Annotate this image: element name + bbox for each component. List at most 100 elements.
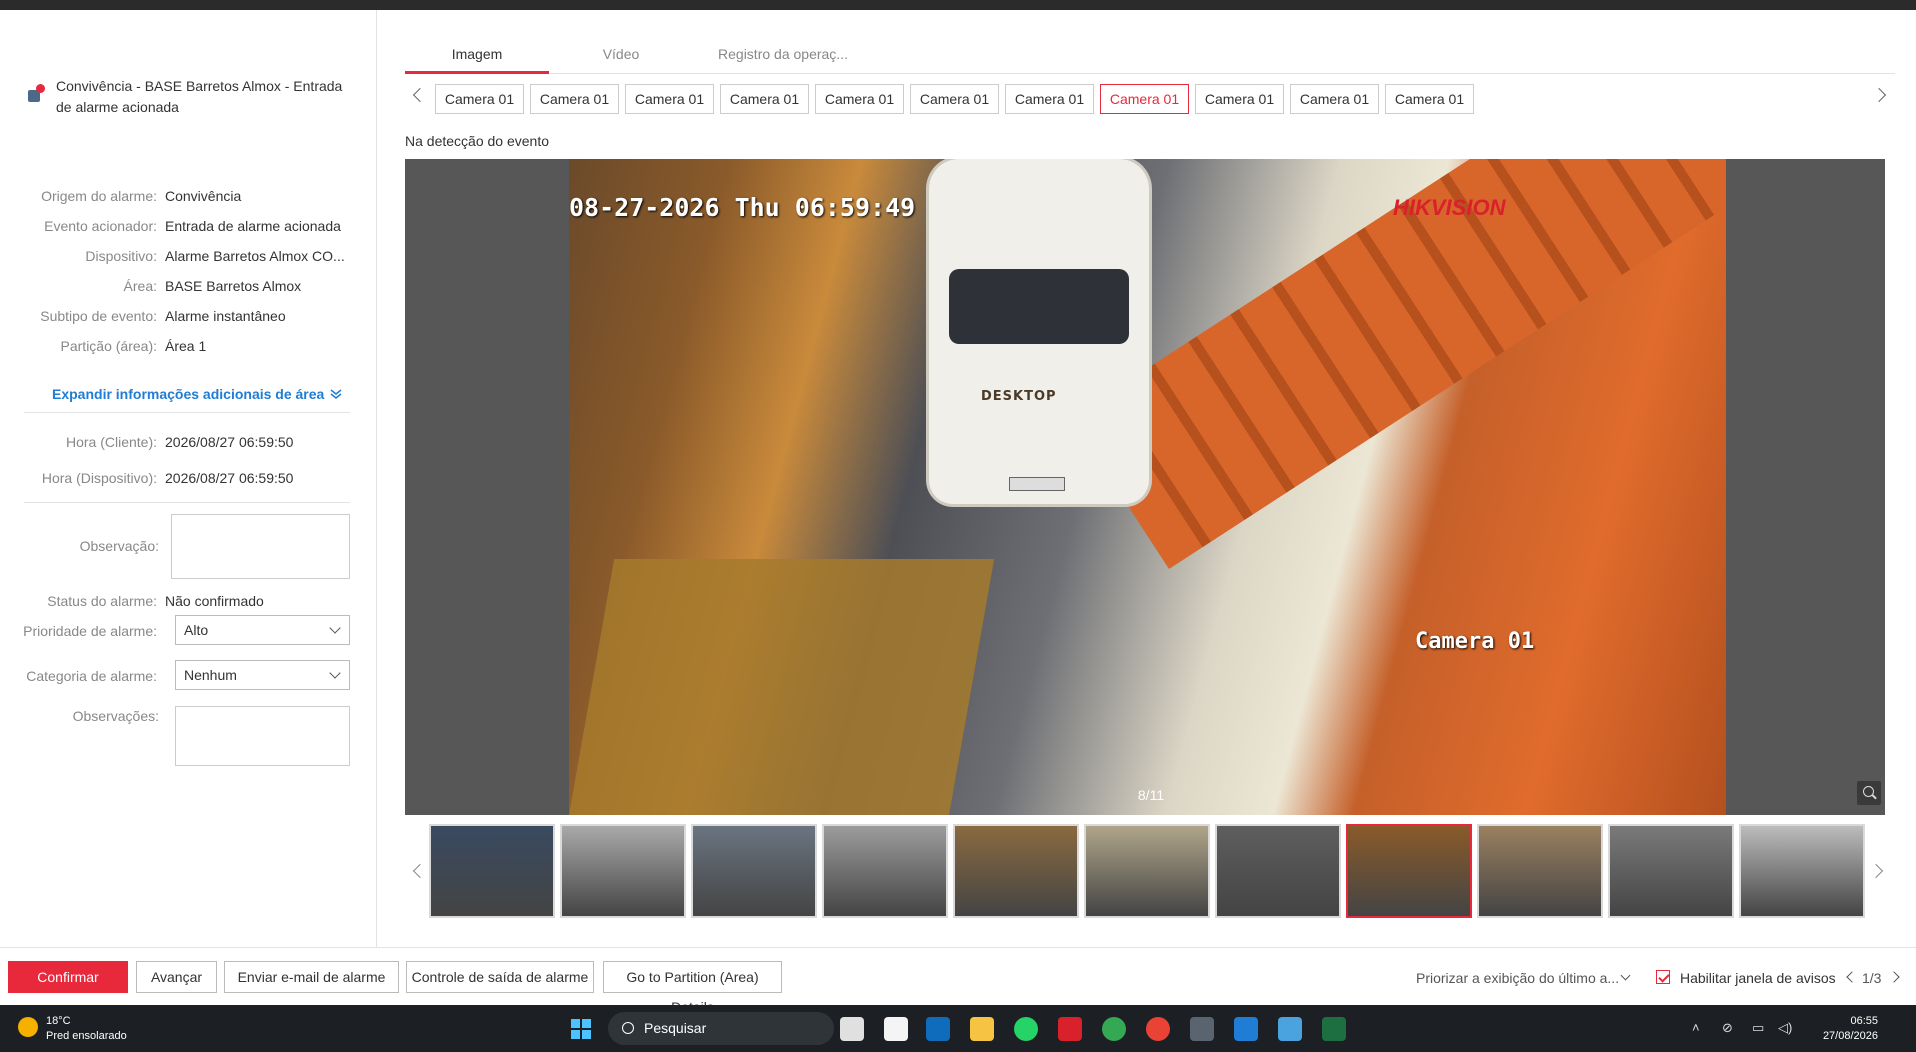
notepad-icon[interactable] [1278, 1017, 1302, 1041]
observacoes-label: Observações: [72, 708, 159, 724]
email-alarm-button[interactable]: Enviar e-mail de alarme [224, 961, 399, 993]
snipping-tool-icon[interactable] [884, 1017, 908, 1041]
chevron-left-icon[interactable] [412, 87, 428, 103]
app-icon[interactable] [1234, 1017, 1258, 1041]
camera-button[interactable]: Camera 01 [1385, 84, 1474, 114]
thumbnail[interactable] [1215, 824, 1341, 918]
snapshot-plate [1009, 477, 1065, 491]
chevron-left-icon[interactable] [1846, 971, 1858, 983]
clock-date: 27/08/2026 [1822, 1030, 1878, 1042]
thumbnail[interactable] [1084, 824, 1210, 918]
status-row: Status do alarme: Não confirmado [0, 590, 377, 612]
thumbnail-strip [405, 822, 1885, 918]
category-value: Nenhum [184, 667, 237, 683]
display-icon[interactable]: ▭ [1752, 1020, 1764, 1036]
chevron-down-icon [329, 622, 341, 634]
time-client: Hora (Cliente): 2026/08/27 06:59:50 [0, 431, 377, 453]
snapshot-windshield [949, 269, 1129, 344]
camera-button[interactable]: Camera 01 [1005, 84, 1094, 114]
category-select[interactable]: Nenhum [175, 660, 350, 690]
thumbnail[interactable] [953, 824, 1079, 918]
divider [24, 412, 350, 413]
chrome-profile-icon[interactable] [1146, 1017, 1170, 1041]
weather-widget[interactable]: 18°C Pred ensolarado [46, 1014, 127, 1044]
camera-button[interactable]: Camera 01 [625, 84, 714, 114]
camera-snapshot: DESKTOP 08-27-2026 Thu 06:59:49 HIKVISIO… [569, 159, 1726, 815]
detail-value: Área 1 [165, 338, 207, 354]
network-off-icon[interactable]: ⊘ [1722, 1020, 1733, 1036]
advance-button[interactable]: Avançar [136, 961, 217, 993]
camera-button[interactable]: Camera 01 [435, 84, 524, 114]
media-tabs: Imagem Vídeo Registro da operaç... [405, 40, 1895, 74]
taskbar-search[interactable]: Pesquisar [608, 1012, 834, 1045]
priority-select[interactable]: Alto [175, 615, 350, 645]
excel-icon[interactable] [1322, 1017, 1346, 1041]
camera-button-active[interactable]: Camera 01 [1100, 84, 1189, 114]
divider [24, 502, 350, 503]
detail-value: Entrada de alarme acionada [165, 218, 341, 234]
detail-value: Convivência [165, 188, 242, 204]
clock-time: 06:55 [1850, 1015, 1878, 1027]
clock[interactable]: 06:55 27/08/2026 [1808, 1014, 1878, 1044]
camera-button[interactable]: Camera 01 [1195, 84, 1284, 114]
expand-area-info-link[interactable]: Expandir informações adicionais de área [52, 386, 342, 402]
alarm-output-button[interactable]: Controle de saída de alarme [406, 961, 594, 993]
window-top-bar [0, 0, 1916, 10]
camera-button[interactable]: Camera 01 [530, 84, 619, 114]
chrome-icon[interactable] [1102, 1017, 1126, 1041]
status-label: Status do alarme: [47, 593, 157, 609]
thumbnail[interactable] [429, 824, 555, 918]
partition-details-button[interactable]: Go to Partition (Area) Details [603, 961, 782, 1015]
detail-label: Partição (área): [60, 338, 157, 354]
tab-registro[interactable]: Registro da operaç... [693, 40, 873, 73]
calculator-icon[interactable] [1190, 1017, 1214, 1041]
thumbnail[interactable] [560, 824, 686, 918]
observacoes-textarea[interactable] [175, 706, 350, 766]
priority-display-select[interactable]: Priorizar a exibição do último a... [1416, 970, 1619, 986]
thumbnail[interactable] [691, 824, 817, 918]
detail-value: BASE Barretos Almox [165, 278, 302, 294]
detail-label: Evento acionador: [44, 218, 157, 234]
chevron-up-icon[interactable]: ˄ [1692, 1020, 1700, 1035]
camera-button[interactable]: Camera 01 [815, 84, 904, 114]
thumbnail-active[interactable] [1346, 824, 1472, 918]
double-chevron-down-icon [330, 389, 342, 399]
page-indicator: 1/3 [1862, 970, 1882, 986]
thumbnail[interactable] [1608, 824, 1734, 918]
hikcentral-icon[interactable] [1058, 1017, 1082, 1041]
thumbnail[interactable] [822, 824, 948, 918]
detail-origem: Origem do alarme: Convivência [0, 185, 377, 207]
camera-button[interactable]: Camera 01 [910, 84, 999, 114]
detail-particao: Partição (área): Área 1 [0, 335, 377, 357]
camera-button[interactable]: Camera 01 [720, 84, 809, 114]
enable-popup-checkbox[interactable] [1656, 970, 1670, 984]
alarm-input-icon [26, 84, 46, 104]
file-explorer-icon[interactable] [970, 1017, 994, 1041]
zoom-icon[interactable] [1857, 781, 1881, 805]
detail-value: Alarme instantâneo [165, 308, 286, 324]
tab-imagem[interactable]: Imagem [405, 40, 549, 74]
outlook-icon[interactable] [926, 1017, 950, 1041]
time-label: Hora (Cliente): [65, 434, 157, 450]
windows-start-icon[interactable] [570, 1018, 592, 1040]
observacao-textarea[interactable] [171, 514, 350, 579]
tab-video[interactable]: Vídeo [549, 40, 693, 73]
temperature: 18°C [46, 1015, 71, 1027]
detail-label: Subtipo de evento: [40, 308, 157, 324]
detail-label: Origem do alarme: [41, 188, 157, 204]
volume-icon[interactable]: ◁) [1778, 1020, 1792, 1036]
sun-icon[interactable] [18, 1017, 38, 1037]
time-device: Hora (Dispositivo): 2026/08/27 06:59:50 [0, 467, 377, 489]
confirm-button[interactable]: Confirmar [8, 961, 128, 993]
chevron-right-icon[interactable] [1868, 863, 1884, 879]
camera-button[interactable]: Camera 01 [1290, 84, 1379, 114]
chevron-right-icon[interactable] [1871, 87, 1887, 103]
thumbnail[interactable] [1739, 824, 1865, 918]
chevron-left-icon[interactable] [412, 863, 428, 879]
chevron-right-icon[interactable] [1888, 971, 1900, 983]
thumbnail[interactable] [1477, 824, 1603, 918]
whatsapp-icon[interactable] [1014, 1017, 1038, 1041]
chevron-down-icon[interactable] [1620, 970, 1631, 981]
task-view-icon[interactable] [840, 1017, 864, 1041]
detail-area: Área: BASE Barretos Almox [0, 275, 377, 297]
